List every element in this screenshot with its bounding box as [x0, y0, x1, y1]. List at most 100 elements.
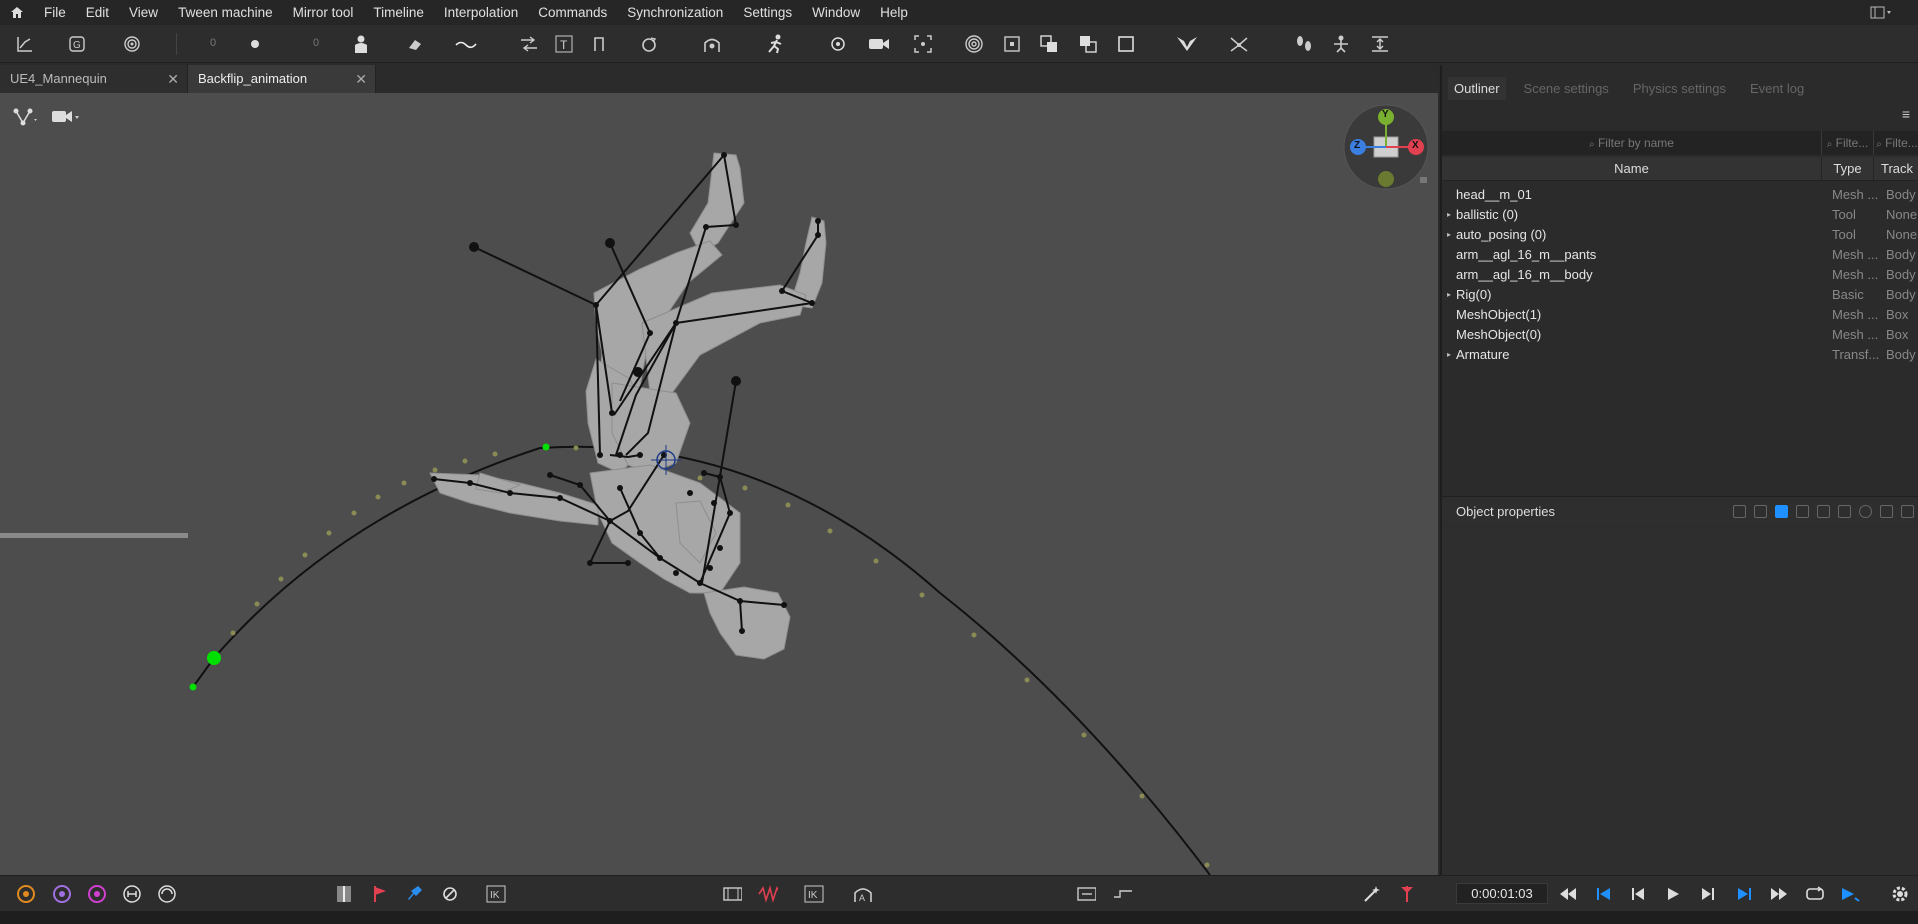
props-i-icon[interactable]	[1880, 505, 1893, 518]
trajectory-key-large[interactable]	[207, 651, 221, 665]
tab-scene-settings[interactable]: Scene settings	[1518, 77, 1615, 100]
menu-commands[interactable]: Commands	[528, 0, 617, 25]
expand-arrow-icon[interactable]: ▸	[1442, 350, 1456, 359]
tree-row[interactable]: ▸ auto_posing (0) Tool None	[1442, 224, 1918, 244]
range-select-icon[interactable]	[1112, 884, 1132, 904]
props-u-icon[interactable]	[1901, 505, 1914, 518]
tab-backflip-animation[interactable]: Backflip_animation ✕	[188, 65, 376, 93]
props-grid-icon[interactable]	[1754, 505, 1767, 518]
menu-synchronization[interactable]: Synchronization	[617, 0, 733, 25]
align-icon[interactable]	[1369, 33, 1391, 55]
menu-edit[interactable]: Edit	[76, 0, 119, 25]
mannequin-mesh[interactable]	[429, 152, 827, 660]
spiral-icon[interactable]	[963, 33, 985, 55]
hamburger-menu-icon[interactable]: ≡	[1902, 106, 1910, 122]
text-tool-icon[interactable]: T	[553, 33, 575, 55]
realtime-play-icon[interactable]	[1840, 884, 1860, 904]
menu-mirror-tool[interactable]: Mirror tool	[283, 0, 364, 25]
scene-canvas[interactable]	[0, 93, 1438, 875]
wave-icon[interactable]	[758, 884, 778, 904]
eraser-icon[interactable]	[404, 33, 426, 55]
rewind-icon[interactable]	[1558, 884, 1578, 904]
tree-row[interactable]: arm__agl_16_m__body Mesh ... Body	[1442, 264, 1918, 284]
brand-tool-icon[interactable]	[1176, 33, 1198, 55]
tree-row[interactable]: ▸ Armature Transf... Body	[1442, 344, 1918, 364]
footsteps-icon[interactable]	[1293, 33, 1315, 55]
layers-icon[interactable]	[1038, 33, 1060, 55]
expand-arrow-icon[interactable]: ▸	[1442, 210, 1456, 219]
onion-skin-icon[interactable]	[121, 33, 143, 55]
tree-row[interactable]: ▸ Rig(0) Basic Body	[1442, 284, 1918, 304]
rig-edit-icon[interactable]	[1330, 33, 1352, 55]
filmstrip-icon[interactable]	[722, 884, 742, 904]
snap-g-icon[interactable]: G	[66, 33, 88, 55]
flag-icon[interactable]	[370, 884, 390, 904]
tree-row[interactable]: head__m_01 Mesh ... Body	[1442, 184, 1918, 204]
camera-menu-icon[interactable]	[50, 107, 80, 130]
tab-ue4-mannequin[interactable]: UE4_Mannequin ✕	[0, 65, 188, 93]
tab-event-log[interactable]: Event log	[1744, 77, 1810, 100]
expand-arrow-icon[interactable]: ▸	[1442, 290, 1456, 299]
menu-settings[interactable]: Settings	[733, 0, 802, 25]
next-frame-icon[interactable]	[1698, 884, 1718, 904]
toolbar-value-1[interactable]: 0	[210, 37, 216, 49]
props-code-icon[interactable]	[1817, 505, 1830, 518]
menu-help[interactable]: Help	[870, 0, 918, 25]
play-icon[interactable]	[1663, 884, 1683, 904]
frame-select-icon[interactable]	[912, 33, 934, 55]
violet-gear-icon[interactable]	[52, 884, 72, 904]
current-time-field[interactable]: 0:00:01:03	[1456, 883, 1548, 904]
menu-window[interactable]: Window	[802, 0, 870, 25]
auto-pose-icon[interactable]: A	[852, 884, 872, 904]
bracket-icon[interactable]	[588, 33, 610, 55]
pose-icon[interactable]	[701, 33, 723, 55]
close-icon[interactable]: ✕	[167, 65, 179, 93]
tab-outliner[interactable]: Outliner	[1448, 77, 1506, 100]
3d-viewport[interactable]: Y X Z	[0, 93, 1438, 875]
bookmark-icon[interactable]	[334, 884, 354, 904]
menu-tween-machine[interactable]: Tween machine	[168, 0, 283, 25]
filter-track-input[interactable]: ⌕ Filte...	[1874, 131, 1918, 155]
tree-row[interactable]: arm__agl_16_m__pants Mesh ... Body	[1442, 244, 1918, 264]
menu-interpolation[interactable]: Interpolation	[434, 0, 528, 25]
filter-type-input[interactable]: ⌕ Filte...	[1822, 131, 1874, 155]
props-view-icon[interactable]	[1733, 505, 1746, 518]
square-icon[interactable]	[1115, 33, 1137, 55]
props-list-icon[interactable]	[1838, 505, 1851, 518]
props-text-icon[interactable]	[1796, 505, 1809, 518]
tree-row[interactable]: MeshObject(1) Mesh ... Box	[1442, 304, 1918, 324]
run-icon[interactable]	[764, 33, 786, 55]
character-icon[interactable]	[350, 33, 372, 55]
filter-name-input[interactable]: ⌕ Filter by name	[1442, 131, 1822, 155]
magenta-gear-icon[interactable]	[87, 884, 107, 904]
frame-box-icon[interactable]	[1001, 33, 1023, 55]
loop-arrows-icon[interactable]	[122, 884, 142, 904]
magic-key-icon[interactable]	[1362, 884, 1382, 904]
disable-icon[interactable]	[440, 884, 460, 904]
target-icon[interactable]	[827, 33, 849, 55]
column-type[interactable]: Type	[1822, 157, 1874, 180]
go-to-start-icon[interactable]	[1594, 884, 1614, 904]
layers-alt-icon[interactable]	[1077, 33, 1099, 55]
loop-playback-icon[interactable]	[1805, 884, 1825, 904]
orientation-gizmo[interactable]: Y X Z	[1342, 103, 1430, 191]
close-icon[interactable]: ✕	[355, 65, 367, 93]
settings-gear-icon[interactable]	[1890, 884, 1910, 904]
cycle-icon[interactable]	[157, 884, 177, 904]
expand-arrow-icon[interactable]: ▸	[1442, 230, 1456, 239]
props-color-icon[interactable]	[1775, 505, 1788, 518]
camera-icon[interactable]	[868, 33, 890, 55]
menu-view[interactable]: View	[119, 0, 168, 25]
dot-icon[interactable]	[244, 33, 266, 55]
node-graph-icon[interactable]	[12, 107, 38, 130]
loop-icon[interactable]	[638, 33, 660, 55]
trajectory-key-start[interactable]	[189, 683, 197, 691]
home-icon[interactable]	[0, 0, 34, 25]
fit-range-icon[interactable]	[1076, 884, 1096, 904]
ik-toggle-icon[interactable]: IK	[486, 884, 506, 904]
tree-row[interactable]: ▸ ballistic (0) Tool None	[1442, 204, 1918, 224]
menu-timeline[interactable]: Timeline	[363, 0, 434, 25]
swap-icon[interactable]	[518, 33, 540, 55]
go-to-end-icon[interactable]	[1734, 884, 1754, 904]
toolbar-value-2[interactable]: 0	[313, 37, 319, 49]
